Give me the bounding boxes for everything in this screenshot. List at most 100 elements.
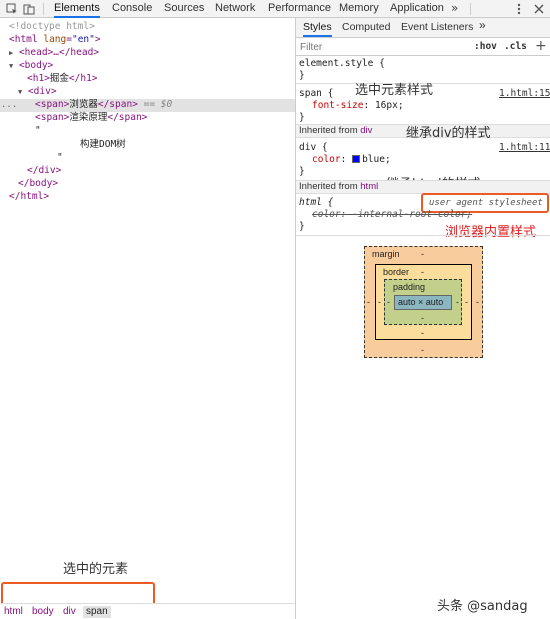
margin-label: margin (372, 249, 400, 259)
div-rule-declaration[interactable]: color: blue; (312, 154, 391, 166)
padding-bottom-value[interactable]: - (421, 313, 424, 323)
annotation-selected-element: 选中的元素 (63, 562, 129, 577)
node-actions-ellipsis[interactable]: ... (1, 99, 17, 111)
span-text: 浏览器 (69, 99, 98, 110)
tab-performance[interactable]: Performance (268, 0, 331, 18)
inherited-tag-link[interactable]: html (360, 181, 378, 192)
html-node[interactable]: <html lang="en"> (9, 34, 101, 46)
body-node[interactable]: ▼ <body> (9, 60, 53, 72)
margin-right-value[interactable]: - (476, 297, 479, 307)
padding-left-value[interactable]: - (387, 297, 390, 307)
margin-top-value[interactable]: - (421, 249, 424, 259)
rule-close-brace: } (299, 112, 305, 123)
head-tag: <head>…</head> (18, 47, 100, 58)
tab-elements[interactable]: Elements (54, 0, 100, 18)
margin-bottom-value[interactable]: - (421, 345, 424, 355)
html-open-tag: <html (9, 34, 38, 45)
inherited-tag-link[interactable]: div (360, 125, 372, 136)
kebab-menu-icon[interactable] (513, 3, 525, 15)
css-property-name: font-size (312, 100, 364, 111)
devtools-toolbar: Elements Console Sources Network Perform… (0, 0, 550, 18)
class-toggle[interactable]: .cls (504, 41, 527, 52)
css-property-value: blue; (362, 154, 391, 165)
border-left-value[interactable]: - (378, 297, 381, 307)
expand-triangle-icon[interactable]: ▶ (9, 49, 13, 57)
div-rule-source-link[interactable]: 1.html:11 (499, 142, 550, 154)
styles-tabbar: Styles Computed Event Listeners » (296, 18, 550, 38)
close-icon[interactable] (533, 3, 545, 15)
div-close-tag: </div> (27, 165, 62, 176)
hover-state-toggle[interactable]: :hov (474, 41, 497, 52)
doctype-node[interactable]: <!doctype html> (9, 21, 95, 33)
color-swatch-icon[interactable] (352, 155, 361, 163)
span-open-tag: <span> (35, 99, 70, 110)
html-rule-overridden-declaration[interactable]: color: -internal-root-color; (312, 209, 472, 221)
tab-network[interactable]: Network (215, 0, 255, 18)
h1-close-tag: </h1> (68, 73, 98, 84)
div-close-node[interactable]: </div> (27, 165, 61, 177)
body-open-tag: <body> (18, 60, 54, 71)
text-node-content: 构建DOM树 (80, 139, 126, 150)
tab-sources[interactable]: Sources (164, 0, 204, 18)
annotation-browser-builtin: 浏览器内置样式 (445, 225, 537, 240)
breadcrumb: html body div span (0, 603, 295, 619)
collapse-triangle-icon[interactable]: ▼ (9, 62, 13, 70)
h1-node[interactable]: <h1>掘金</h1> (27, 73, 98, 85)
tab-computed[interactable]: Computed (342, 21, 390, 37)
html-close-node[interactable]: </html> (9, 191, 49, 203)
div-rule-selector[interactable]: div { (299, 142, 328, 154)
text-node-quote-open[interactable]: " (35, 125, 41, 137)
margin-left-value[interactable]: - (367, 297, 370, 307)
span-node[interactable]: <span>渲染原理</span> (35, 112, 147, 124)
tab-memory[interactable]: Memory (339, 0, 379, 18)
span-rule-selector[interactable]: span { (299, 88, 333, 100)
rule-close-brace: } (299, 221, 305, 232)
inherited-from-html-header: Inherited from html (296, 180, 550, 194)
tab-styles[interactable]: Styles (303, 21, 332, 37)
breadcrumb-span[interactable]: span (83, 606, 111, 618)
breadcrumb-div[interactable]: div (63, 606, 76, 618)
padding-right-value[interactable]: - (456, 297, 459, 307)
new-rule-plus-icon[interactable]: + (535, 38, 547, 54)
tab-console[interactable]: Console (112, 0, 152, 18)
span-open-tag: <span> (35, 112, 70, 123)
text-node[interactable]: 构建DOM树 (80, 139, 126, 151)
element-style-selector[interactable]: element.style { (299, 58, 385, 70)
inspect-element-icon[interactable] (6, 3, 18, 15)
head-node[interactable]: ▶ <head>…</head> (9, 47, 99, 59)
tab-application[interactable]: Application (390, 0, 444, 18)
html-rule-selector[interactable]: html { (299, 197, 333, 209)
panel-divider[interactable] (295, 18, 296, 619)
toolbar-divider (470, 3, 471, 15)
breadcrumb-html[interactable]: html (4, 606, 23, 618)
text-quote: " (57, 152, 63, 163)
text-node-quote-close[interactable]: " (57, 152, 63, 164)
breadcrumb-body[interactable]: body (32, 606, 54, 618)
text-quote: " (35, 125, 41, 136)
span-node-selected[interactable]: <span>浏览器</span> == $0 (35, 99, 172, 111)
div-node[interactable]: ▼ <div> (18, 86, 57, 98)
annotation-inherit-div: 继承div的样式 (406, 126, 491, 141)
device-toolbar-icon[interactable] (23, 3, 35, 15)
tab-event-listeners[interactable]: Event Listeners (401, 21, 473, 37)
html-attr-name: lang (43, 34, 67, 45)
doctype-text: <!doctype html> (9, 21, 95, 32)
collapse-triangle-icon[interactable]: ▼ (18, 88, 22, 96)
styles-filter-input[interactable] (300, 40, 460, 54)
source-watermark: 头条 @sandag (437, 599, 528, 614)
content-size-value[interactable]: auto × auto (398, 297, 443, 307)
more-panes-icon[interactable]: » (479, 19, 486, 35)
span-close-tag: </span> (107, 112, 148, 123)
span-close-tag: </span> (97, 99, 138, 110)
h1-open-tag: <h1> (27, 73, 50, 84)
more-tabs-icon[interactable]: » (451, 0, 458, 18)
border-right-value[interactable]: - (465, 297, 468, 307)
border-bottom-value[interactable]: - (421, 328, 424, 338)
body-close-node[interactable]: </body> (18, 178, 58, 190)
rule-separator (296, 235, 550, 236)
border-top-value[interactable]: - (421, 267, 424, 277)
console-reference: == $0 (143, 99, 173, 110)
inherited-label: Inherited from (299, 181, 358, 192)
span-rule-source-link[interactable]: 1.html:15 (499, 88, 550, 100)
span-rule-declaration[interactable]: font-size: 16px; (312, 100, 404, 112)
